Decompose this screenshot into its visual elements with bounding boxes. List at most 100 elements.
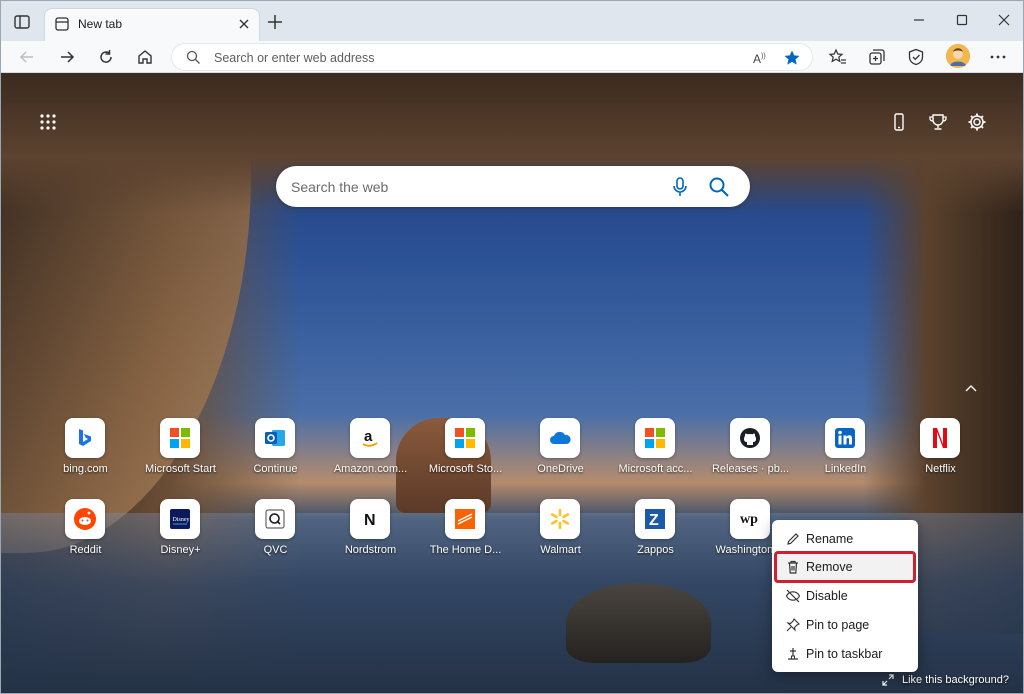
menu-item-label: Disable <box>806 589 848 603</box>
quick-link-amazon[interactable]: a Amazon.com... <box>323 418 418 488</box>
profile-avatar[interactable] <box>946 44 970 68</box>
quick-link-label: Walmart <box>540 544 581 556</box>
quick-link-nordstrom[interactable]: N Nordstrom <box>323 499 418 569</box>
forward-arrow-icon[interactable] <box>57 47 77 67</box>
eye-off-icon <box>785 588 801 604</box>
svg-text:)): )) <box>761 53 766 60</box>
more-options-icon[interactable] <box>988 47 1008 67</box>
quick-link-microsoft-start[interactable]: Microsoft Start <box>133 418 228 488</box>
amazon-icon: a <box>350 418 390 458</box>
chevron-up-icon[interactable] <box>963 381 979 397</box>
like-this-background[interactable]: Like this background? <box>878 671 1018 689</box>
back-arrow-icon[interactable] <box>17 47 37 67</box>
quick-link-label: bing.com <box>63 463 108 475</box>
read-aloud-icon[interactable]: A)) <box>752 49 770 67</box>
quick-link-continue[interactable]: Continue <box>228 418 323 488</box>
like-this-background-label: Like this background? <box>902 674 1010 686</box>
quick-link-label: Amazon.com... <box>333 463 408 475</box>
quick-link-microsoft-account[interactable]: Microsoft acc... <box>608 418 703 488</box>
quick-link-disney-plus[interactable]: Disney Disney+ <box>133 499 228 569</box>
new-tab-favicon-icon <box>55 17 69 31</box>
expand-icon <box>881 673 895 687</box>
quick-link-label: Continue <box>253 463 298 475</box>
zappos-icon: Z <box>635 499 675 539</box>
background-boulder <box>566 583 711 663</box>
browser-toolbar: Search or enter web address A)) <box>1 41 1023 73</box>
quick-link-label: Releases · pb... <box>711 463 790 475</box>
browser-window: New tab Search or enter web address A))… <box>0 0 1024 694</box>
quick-link-microsoft-store[interactable]: Microsoft Sto... <box>418 418 513 488</box>
mobile-device-icon[interactable] <box>889 112 909 132</box>
quick-link-label: Zappos <box>637 544 674 556</box>
favorite-star-icon[interactable] <box>782 48 802 68</box>
close-window-icon[interactable] <box>996 12 1012 28</box>
menu-item-rename[interactable]: Rename <box>776 525 914 553</box>
rewards-trophy-icon[interactable] <box>928 112 948 132</box>
menu-item-pin-to-taskbar[interactable]: Pin to taskbar <box>776 640 914 668</box>
quick-link-label: Netflix <box>925 463 956 475</box>
svg-text:A: A <box>753 52 761 66</box>
home-icon[interactable] <box>135 47 155 67</box>
address-bar[interactable]: Search or enter web address A)) <box>171 43 813 71</box>
quick-link-label: Microsoft Start <box>145 463 216 475</box>
bing-icon <box>65 418 105 458</box>
search-submit-icon[interactable] <box>708 176 730 198</box>
quick-link-context-menu: Rename Remove Disable Pin to page Pin to… <box>772 520 918 672</box>
quick-link-home-depot[interactable]: The Home D... <box>418 499 513 569</box>
nordstrom-icon: N <box>350 499 390 539</box>
microsoft-logo-icon <box>160 418 200 458</box>
menu-item-label: Pin to taskbar <box>806 647 883 661</box>
quick-link-label: Microsoft acc... <box>618 463 693 475</box>
menu-item-disable[interactable]: Disable <box>776 582 914 610</box>
quick-link-label: OneDrive <box>537 463 584 475</box>
refresh-icon[interactable] <box>96 47 116 67</box>
qvc-icon <box>255 499 295 539</box>
quick-link-qvc[interactable]: QVC <box>228 499 323 569</box>
web-search-placeholder: Search the web <box>291 179 389 195</box>
reddit-icon <box>65 499 105 539</box>
quick-link-reddit[interactable]: Reddit <box>38 499 133 569</box>
collections-icon[interactable] <box>867 47 887 67</box>
quick-link-label: Reddit <box>69 544 102 556</box>
quick-link-label: The Home D... <box>429 544 502 556</box>
tab-strip: New tab <box>1 1 1023 41</box>
disney-plus-icon: Disney <box>160 499 200 539</box>
microsoft-logo-icon <box>635 418 675 458</box>
quick-link-zappos[interactable]: Z Zappos <box>608 499 703 569</box>
menu-item-label: Rename <box>806 532 854 546</box>
quick-link-netflix[interactable]: Netflix <box>893 418 988 488</box>
taskbar-pin-icon <box>785 646 801 662</box>
web-search-box[interactable]: Search the web <box>276 166 750 207</box>
settings-gear-icon[interactable] <box>967 112 987 132</box>
quick-link-label: QVC <box>263 544 288 556</box>
tab-actions-icon[interactable] <box>13 13 31 31</box>
quick-link-label: Nordstrom <box>344 544 397 556</box>
trash-icon <box>785 559 801 575</box>
search-icon <box>186 50 201 65</box>
outlook-icon <box>255 418 295 458</box>
microsoft-logo-icon <box>445 418 485 458</box>
address-bar-placeholder: Search or enter web address <box>214 51 375 65</box>
menu-item-remove[interactable]: Remove <box>774 551 916 583</box>
minimize-icon[interactable] <box>911 12 927 28</box>
favorites-icon[interactable] <box>828 47 848 67</box>
onedrive-icon <box>540 418 580 458</box>
quick-link-releases[interactable]: Releases · pb... <box>703 418 798 488</box>
menu-item-pin-to-page[interactable]: Pin to page <box>776 611 914 639</box>
new-tab-plus-icon[interactable] <box>266 13 284 31</box>
svg-text:Z: Z <box>649 512 659 529</box>
tab-new-tab[interactable]: New tab <box>44 8 260 41</box>
menu-item-label: Remove <box>806 560 853 574</box>
microphone-icon[interactable] <box>670 176 690 198</box>
quick-link-onedrive[interactable]: OneDrive <box>513 418 608 488</box>
quick-link-bing[interactable]: bing.com <box>38 418 133 488</box>
quick-link-linkedin[interactable]: LinkedIn <box>798 418 893 488</box>
browser-essentials-icon[interactable] <box>906 47 926 67</box>
svg-text:Disney: Disney <box>173 517 190 523</box>
app-launcher-grid-icon[interactable] <box>39 113 57 131</box>
github-icon <box>730 418 770 458</box>
maximize-icon[interactable] <box>954 12 970 28</box>
linkedin-icon <box>825 418 865 458</box>
close-tab-icon[interactable] <box>237 17 251 31</box>
quick-link-walmart[interactable]: Walmart <box>513 499 608 569</box>
